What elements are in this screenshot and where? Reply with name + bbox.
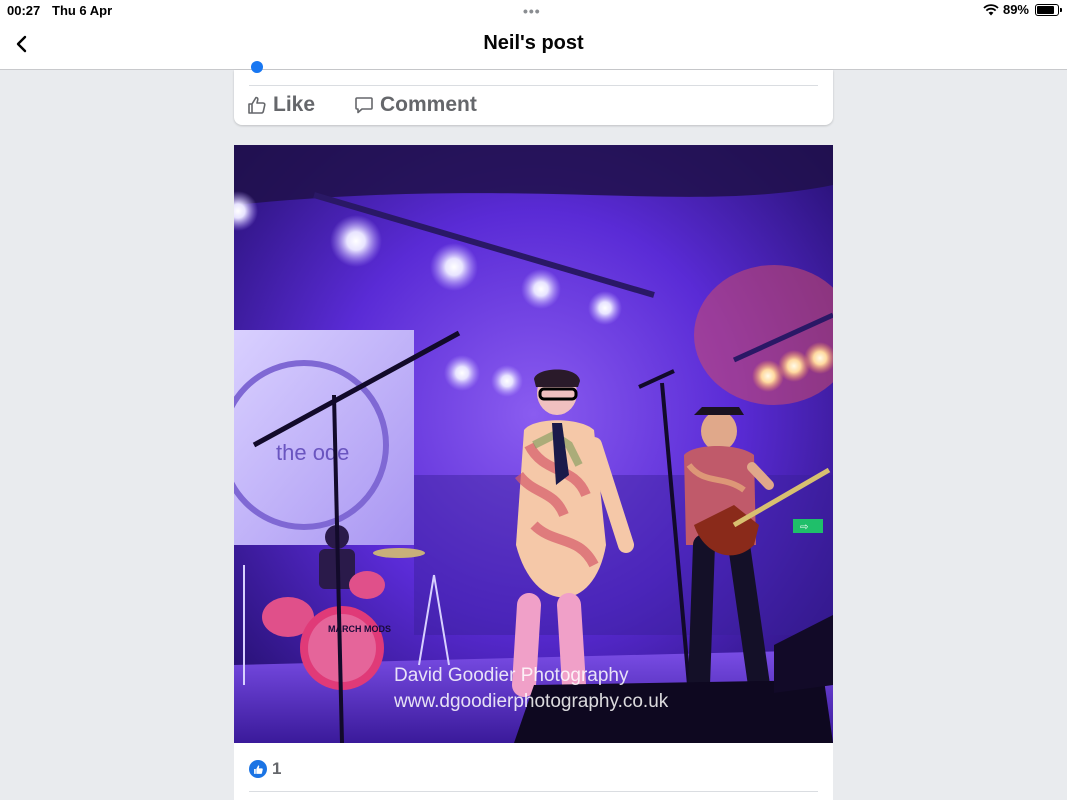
status-time: 00:27 [7, 3, 41, 18]
comment-label: Comment [380, 93, 477, 116]
comment-icon [355, 97, 373, 114]
like-label: Like [273, 93, 316, 116]
post-card-previous: Like Comment [234, 61, 833, 125]
reaction-icon-partial [251, 61, 263, 73]
photo-footer: 1 [234, 743, 833, 800]
nav-bar: Neil's post [0, 20, 1067, 70]
watermark-line-1: David Goodier Photography [394, 665, 629, 686]
status-date: Thu 6 Apr [52, 3, 113, 18]
thumbs-up-icon [248, 96, 266, 114]
reaction-summary[interactable]: 1 [249, 759, 281, 779]
reaction-count: 1 [272, 759, 282, 778]
exit-sign-text: ⇨ [800, 522, 808, 533]
concert-photo: the ode ⇨ MARCH MODS David Goodier Photo… [234, 145, 833, 743]
screen-text: the ode [276, 440, 349, 465]
watermark-line-2: www.dgoodierphotography.co.uk [393, 691, 669, 712]
status-bar: 00:27 Thu 6 Apr ••• 89% [0, 0, 1067, 20]
status-indicators: 89% [983, 2, 1062, 17]
divider [249, 791, 818, 792]
like-reaction-icon [249, 760, 267, 778]
comment-button[interactable]: Comment [354, 93, 477, 117]
wifi-icon [983, 3, 999, 15]
battery-icon [1035, 3, 1062, 16]
post-photo[interactable]: the ode ⇨ MARCH MODS David Goodier Photo… [234, 145, 833, 743]
multitask-dots[interactable]: ••• [523, 3, 541, 19]
page-title: Neil's post [483, 32, 584, 54]
divider [249, 85, 818, 86]
battery-percent: 89% [1002, 2, 1029, 17]
like-button[interactable]: Like [247, 93, 315, 117]
